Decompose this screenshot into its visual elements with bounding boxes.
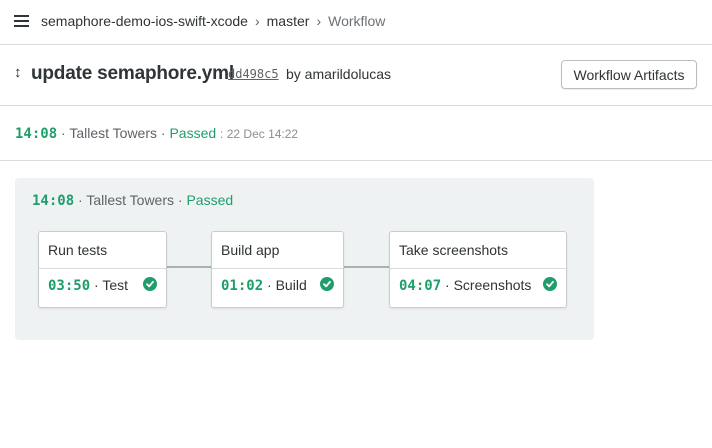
- block-divider: [39, 268, 166, 269]
- block-divider: [390, 268, 566, 269]
- job-test[interactable]: 03:50 · Test: [48, 277, 128, 294]
- job-name: · Build: [267, 277, 307, 293]
- summary-pipeline-name: · Tallest Towers ·: [61, 125, 166, 141]
- check-circle-icon: [320, 277, 334, 291]
- pipeline-summary: 14:08 · Tallest Towers · Passed : 22 Dec…: [0, 106, 712, 161]
- workflow-artifacts-button[interactable]: Workflow Artifacts: [561, 60, 697, 89]
- block-name[interactable]: Run tests: [48, 242, 107, 258]
- job-duration: 03:50: [48, 278, 91, 294]
- commit-sha-link[interactable]: dd498c5: [228, 67, 279, 81]
- block-build-app: Build app 01:02 · Build: [211, 231, 344, 308]
- pipeline-name: · Tallest Towers ·: [78, 192, 183, 208]
- job-duration: 01:02: [221, 278, 264, 294]
- block-take-screenshots: Take screenshots 04:07 · Screenshots: [389, 231, 567, 308]
- commit-title: update semaphore.yml: [31, 63, 234, 84]
- commit-author: by amarildolucas: [286, 66, 392, 82]
- menu-icon[interactable]: [14, 14, 29, 27]
- block-connector: [165, 266, 211, 268]
- breadcrumb-separator: ›: [254, 13, 260, 29]
- check-circle-icon: [543, 277, 557, 291]
- summary-duration: 14:08: [15, 126, 58, 142]
- pipeline-duration: 14:08: [32, 193, 75, 209]
- breadcrumb-current: Workflow: [328, 13, 386, 29]
- block-divider: [212, 268, 343, 269]
- pipeline-summary-line[interactable]: 14:08 · Tallest Towers · Passed : 22 Dec…: [15, 125, 298, 142]
- job-build[interactable]: 01:02 · Build: [221, 277, 307, 294]
- top-bar: semaphore-demo-ios-swift-xcode › master › Wo…: [0, 0, 712, 45]
- summary-status: Passed: [169, 125, 217, 141]
- block-name[interactable]: Build app: [221, 242, 279, 258]
- pipeline-header[interactable]: 14:08 · Tallest Towers · Passed: [32, 192, 233, 209]
- block-connector: [343, 266, 389, 268]
- breadcrumb: semaphore-demo-ios-swift-xcode › master › Wo…: [41, 13, 385, 29]
- breadcrumb-project-link[interactable]: semaphore-demo-ios-swift-xcode: [41, 13, 248, 29]
- check-circle-icon: [143, 277, 157, 291]
- pipeline-status: Passed: [186, 192, 234, 208]
- commit-header: ↕ update semaphore.yml dd498c5 by amaril…: [0, 45, 712, 106]
- breadcrumb-branch-link[interactable]: master: [267, 13, 310, 29]
- pipeline-panel: 14:08 · Tallest Towers · Passed Run test…: [15, 178, 594, 340]
- commit-arrow-icon: ↕: [14, 64, 22, 81]
- block-run-tests: Run tests 03:50 · Test: [38, 231, 167, 308]
- job-name: · Screenshots: [445, 277, 532, 293]
- summary-date: : 22 Dec 14:22: [220, 127, 299, 141]
- job-screenshots[interactable]: 04:07 · Screenshots: [399, 277, 531, 294]
- block-name[interactable]: Take screenshots: [399, 242, 508, 258]
- job-name: · Test: [94, 277, 129, 293]
- breadcrumb-separator: ›: [316, 13, 322, 29]
- job-duration: 04:07: [399, 278, 442, 294]
